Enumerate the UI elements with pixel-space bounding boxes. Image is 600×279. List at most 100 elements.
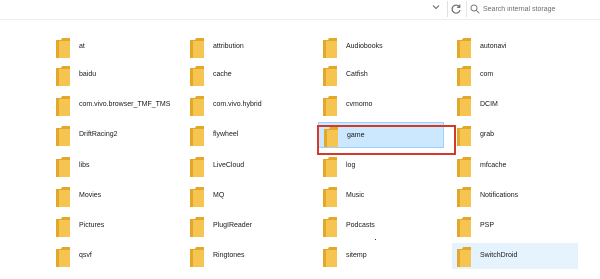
folder-label: Movies bbox=[79, 192, 102, 199]
folder-icon bbox=[457, 187, 471, 207]
folder-item[interactable]: DCIM bbox=[452, 92, 578, 118]
folder-label: grab bbox=[480, 131, 495, 138]
folder-icon bbox=[56, 157, 70, 177]
folder-label: com.vivo.hybrid bbox=[213, 101, 262, 108]
folder-grid: at attribution Audiobooks autonavi baidu cach… bbox=[0, 0, 600, 279]
folder-label: log bbox=[346, 162, 356, 169]
folder-item[interactable]: com bbox=[452, 62, 578, 88]
folder-label: PlugIReader bbox=[213, 222, 252, 229]
folder-item[interactable]: autonavi bbox=[452, 34, 578, 60]
folder-icon bbox=[323, 38, 337, 58]
search-input[interactable] bbox=[483, 1, 598, 17]
folder-item[interactable]: MQ bbox=[185, 183, 311, 209]
folder-label: autonavi bbox=[480, 43, 507, 50]
folder-item[interactable]: Audiobooks bbox=[318, 34, 444, 60]
folder-label: flywheel bbox=[213, 131, 239, 138]
folder-label: Pictures bbox=[79, 222, 105, 229]
folder-label: baidu bbox=[79, 71, 97, 78]
folder-icon bbox=[323, 96, 337, 116]
folder-icon bbox=[457, 66, 471, 86]
folder-label: qsvf bbox=[79, 252, 92, 259]
folder-label: Podcasts bbox=[346, 222, 375, 229]
folder-icon bbox=[457, 38, 471, 58]
folder-icon bbox=[457, 96, 471, 116]
chevron-down-icon[interactable] bbox=[429, 2, 443, 16]
folder-label: DCIM bbox=[480, 101, 498, 108]
folder-item[interactable]: grab bbox=[452, 122, 578, 148]
folder-item[interactable]: LiveCloud bbox=[185, 153, 311, 179]
search-icon bbox=[470, 4, 480, 14]
folder-label: Catfish bbox=[346, 71, 368, 78]
folder-icon bbox=[323, 66, 337, 86]
folder-label: DriftRacing2 bbox=[79, 131, 118, 138]
folder-item[interactable]: at bbox=[51, 34, 177, 60]
folder-icon bbox=[323, 247, 337, 267]
folder-icon bbox=[190, 187, 204, 207]
folder-item[interactable]: cvmomo bbox=[318, 92, 444, 118]
folder-item[interactable]: Pictures bbox=[51, 213, 177, 239]
folder-icon bbox=[190, 38, 204, 58]
folder-icon bbox=[56, 217, 70, 237]
folder-label: mfcache bbox=[480, 162, 507, 169]
folder-item[interactable]: SwitchDroid bbox=[452, 243, 578, 269]
folder-item[interactable]: log bbox=[318, 153, 444, 179]
folder-icon bbox=[190, 66, 204, 86]
folder-item[interactable]: com.vivo.hybrid bbox=[185, 92, 311, 118]
folder-label: cvmomo bbox=[346, 101, 373, 108]
folder-icon bbox=[56, 96, 70, 116]
folder-icon bbox=[457, 126, 471, 146]
folder-item[interactable]: Podcasts bbox=[318, 213, 444, 239]
annotation-highlight-box bbox=[317, 125, 456, 155]
folder-item[interactable]: sitemp bbox=[318, 243, 444, 269]
folder-icon bbox=[190, 96, 204, 116]
folder-icon bbox=[56, 66, 70, 86]
folder-label: com.vivo.browser_TMF_TMS bbox=[79, 101, 171, 108]
stray-dot bbox=[375, 239, 376, 240]
folder-item[interactable]: PSP bbox=[452, 213, 578, 239]
folder-item[interactable]: com.vivo.browser_TMF_TMS bbox=[51, 92, 177, 118]
folder-icon bbox=[190, 157, 204, 177]
folder-label: at bbox=[79, 43, 85, 50]
folder-label: sitemp bbox=[346, 252, 367, 259]
folder-label: attribution bbox=[213, 43, 244, 50]
folder-item[interactable]: flywheel bbox=[185, 122, 311, 148]
folder-icon bbox=[457, 217, 471, 237]
folder-label: Notifications bbox=[480, 192, 519, 199]
folder-item[interactable]: attribution bbox=[185, 34, 311, 60]
search-box bbox=[466, 1, 600, 17]
folder-item[interactable]: PlugIReader bbox=[185, 213, 311, 239]
folder-icon bbox=[56, 38, 70, 58]
folder-label: MQ bbox=[213, 192, 225, 199]
folder-label: Ringtones bbox=[213, 252, 245, 259]
refresh-icon[interactable] bbox=[447, 1, 464, 17]
folder-icon bbox=[56, 187, 70, 207]
file-explorer-window: at attribution Audiobooks autonavi baidu cach… bbox=[0, 0, 600, 279]
folder-icon bbox=[323, 157, 337, 177]
folder-item[interactable]: libs bbox=[51, 153, 177, 179]
folder-label: Music bbox=[346, 192, 365, 199]
folder-icon bbox=[457, 247, 471, 267]
folder-icon bbox=[190, 247, 204, 267]
folder-item[interactable]: Catfish bbox=[318, 62, 444, 88]
folder-item[interactable]: Movies bbox=[51, 183, 177, 209]
folder-item[interactable]: Ringtones bbox=[185, 243, 311, 269]
folder-item[interactable]: Notifications bbox=[452, 183, 578, 209]
folder-icon bbox=[190, 217, 204, 237]
folder-label: LiveCloud bbox=[213, 162, 245, 169]
folder-item[interactable]: cache bbox=[185, 62, 311, 88]
folder-icon bbox=[56, 126, 70, 146]
folder-icon bbox=[190, 126, 204, 146]
folder-icon bbox=[457, 157, 471, 177]
folder-item[interactable]: Music bbox=[318, 183, 444, 209]
address-bar bbox=[0, 0, 600, 20]
folder-icon bbox=[323, 187, 337, 207]
folder-item[interactable]: baidu bbox=[51, 62, 177, 88]
folder-label: cache bbox=[213, 71, 232, 78]
folder-label: PSP bbox=[480, 222, 495, 229]
folder-item[interactable]: DriftRacing2 bbox=[51, 122, 177, 148]
folder-label: libs bbox=[79, 162, 90, 169]
folder-item[interactable]: mfcache bbox=[452, 153, 578, 179]
folder-item[interactable]: qsvf bbox=[51, 243, 177, 269]
folder-label: com bbox=[480, 71, 494, 78]
folder-icon bbox=[56, 247, 70, 267]
